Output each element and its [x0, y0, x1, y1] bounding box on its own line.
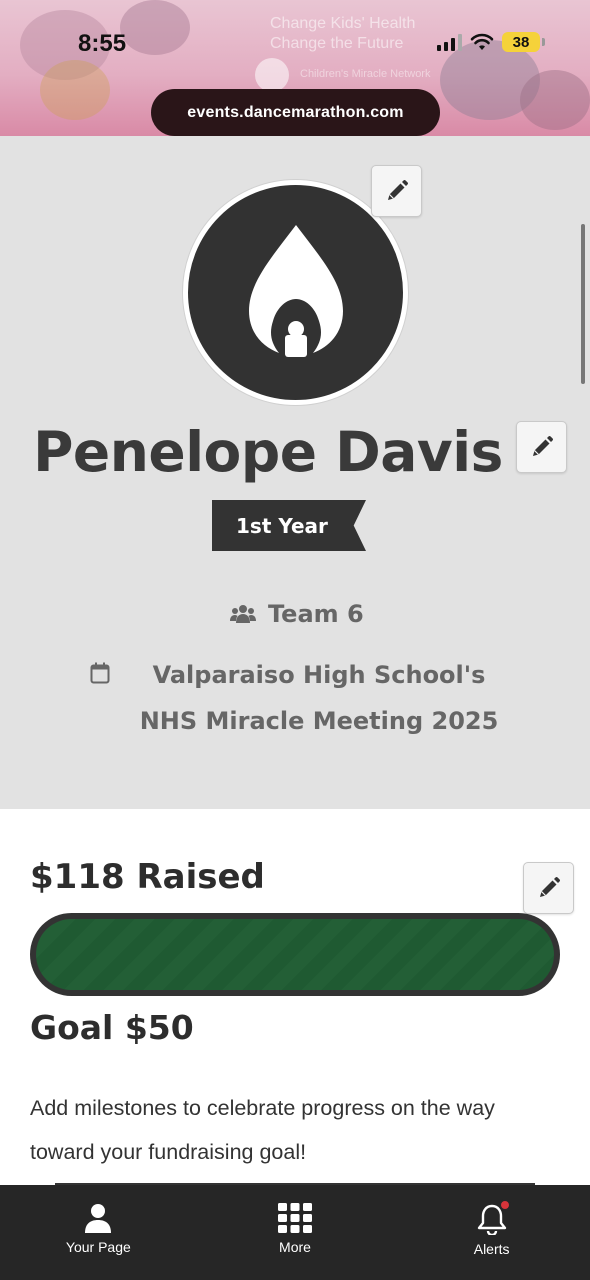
status-icons: 38 — [437, 32, 545, 52]
user-icon — [85, 1204, 112, 1233]
progress-fill — [36, 919, 554, 990]
banner-photo-blur — [120, 0, 190, 55]
banner-faded-subtext: Children's Miracle Network — [300, 68, 431, 80]
year-badge: 1st Year — [212, 500, 366, 551]
nav-label: More — [279, 1239, 311, 1255]
banner-logo-blur — [255, 58, 289, 92]
fundraising-progress-bar — [30, 913, 560, 996]
pencil-icon — [539, 877, 560, 897]
banner-faded-text: Change Kids' Health Change the Future — [270, 15, 416, 52]
alert-badge — [498, 1199, 511, 1211]
edit-avatar-button[interactable] — [371, 165, 422, 217]
nav-your-page[interactable]: Your Page — [18, 1185, 178, 1280]
edit-name-button[interactable] — [516, 421, 567, 473]
cellular-signal-icon — [437, 33, 462, 51]
nav-alerts[interactable]: Alerts — [412, 1185, 572, 1280]
wifi-icon — [470, 33, 494, 51]
bell-icon-wrapper — [477, 1199, 511, 1237]
status-time: 8:55 — [78, 30, 127, 57]
scrollbar[interactable] — [581, 224, 585, 384]
team-link[interactable]: Team 6 — [230, 600, 364, 628]
profile-name: Penelope Davis — [33, 420, 503, 484]
flame-logo-icon — [248, 224, 343, 357]
url-bar[interactable]: events.dancemarathon.com — [151, 89, 440, 136]
milestones-prompt: Add milestones to celebrate progress on … — [30, 1096, 495, 1164]
year-badge-label: 1st Year — [236, 513, 328, 538]
banner-photo-blur — [520, 70, 590, 130]
top-banner: Change Kids' Health Change the Future Ch… — [0, 0, 590, 136]
fundraising-goal: Goal $50 — [30, 1008, 194, 1047]
calendar-icon — [90, 662, 110, 684]
grid-icon — [277, 1203, 312, 1233]
pencil-icon — [387, 180, 408, 200]
nav-label: Your Page — [65, 1239, 131, 1255]
pencil-icon — [532, 436, 553, 456]
banner-photo-blur — [40, 60, 110, 120]
bottom-nav: Your Page More Alerts — [0, 1185, 590, 1280]
nav-more[interactable]: More — [215, 1185, 375, 1280]
edit-goal-button[interactable] — [523, 862, 574, 914]
nav-label: Alerts — [473, 1241, 510, 1257]
amount-raised: $118 Raised — [30, 857, 265, 897]
event-name: Valparaiso High School's NHS Miracle Mee… — [139, 661, 499, 735]
users-icon — [230, 605, 256, 623]
team-name: Team 6 — [268, 600, 364, 628]
battery-indicator: 38 — [502, 32, 545, 52]
